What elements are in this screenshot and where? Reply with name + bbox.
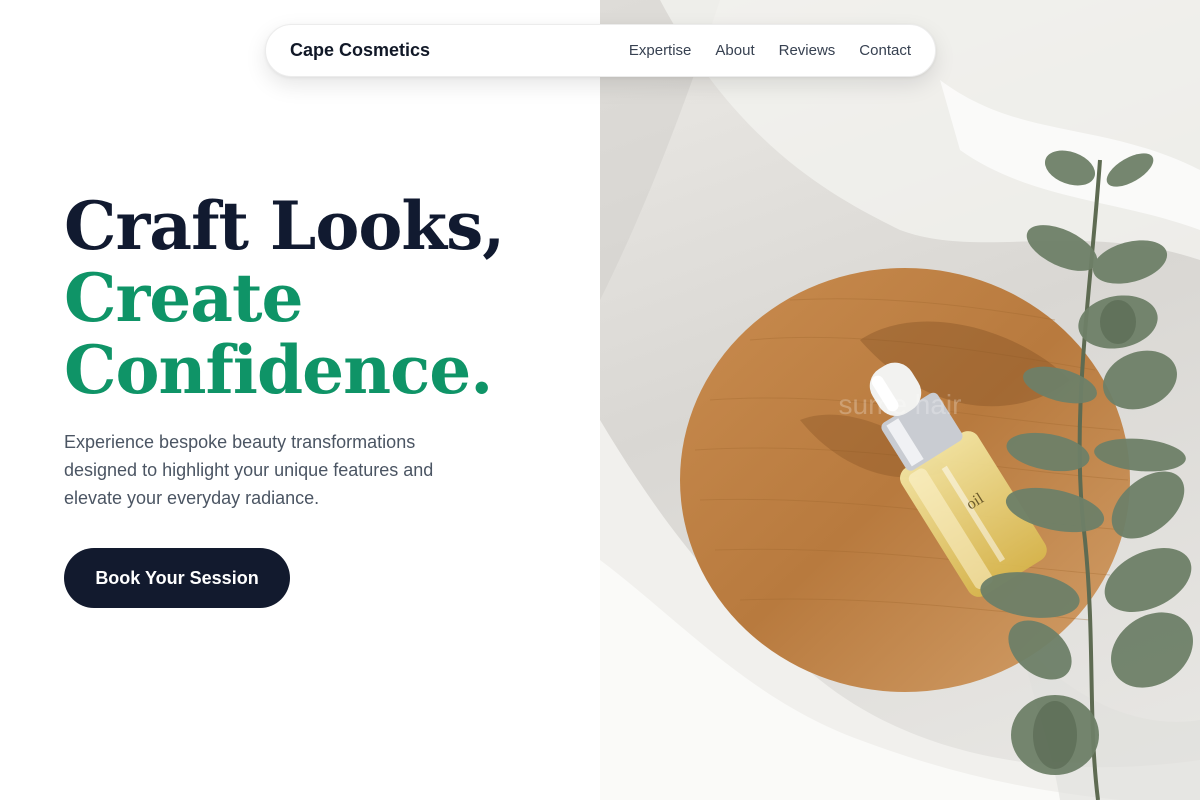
headline-line-2: Create — [64, 259, 304, 337]
nav-link-about[interactable]: About — [715, 42, 754, 59]
book-session-button[interactable]: Book Your Session — [64, 548, 290, 608]
hero-subtitle: Experience bespoke beauty transformation… — [64, 432, 434, 508]
nav-link-reviews[interactable]: Reviews — [779, 42, 836, 59]
nav-links: Expertise About Reviews Contact — [629, 42, 911, 59]
nav-link-contact[interactable]: Contact — [859, 42, 911, 59]
headline-line-1: Craft Looks, — [64, 187, 505, 265]
hero-headline: Craft Looks, Create Confidence. — [64, 190, 584, 406]
headline-line-3: Confidence. — [64, 331, 493, 409]
hero-product-image: oil sume hair — [600, 0, 1200, 800]
brand-logo-text[interactable]: Cape Cosmetics — [290, 40, 430, 61]
nav-link-expertise[interactable]: Expertise — [629, 42, 692, 59]
image-watermark: sume hair — [839, 389, 962, 420]
hero-section: Craft Looks, Create Confidence. Experien… — [64, 190, 584, 512]
top-navbar: Cape Cosmetics Expertise About Reviews C… — [265, 24, 936, 77]
